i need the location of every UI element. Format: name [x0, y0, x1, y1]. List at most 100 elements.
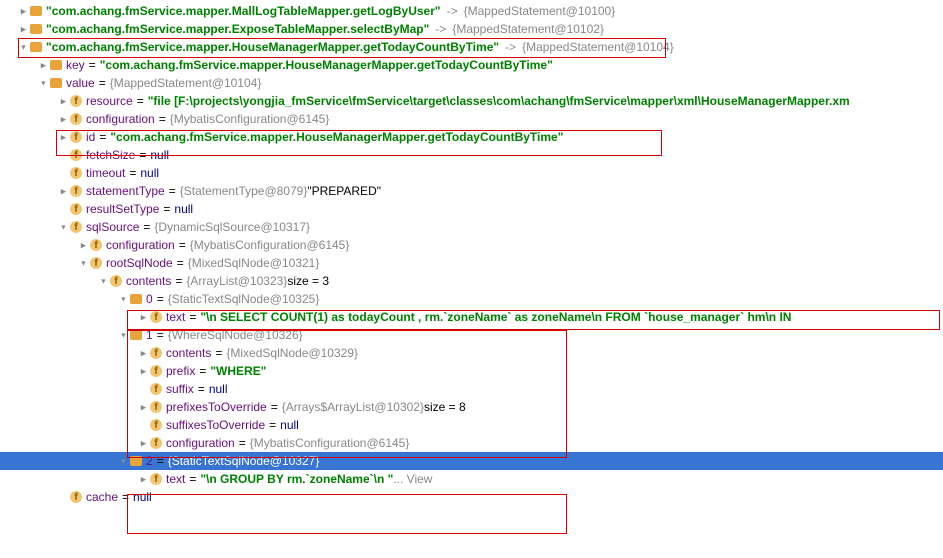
tree-row[interactable]: "com.achang.fmService.mapper.HouseManage… [0, 38, 943, 56]
field-icon [70, 185, 82, 197]
expand-arrow-icon[interactable] [76, 256, 90, 270]
tree-text: {StaticTextSqlNode@10327} [168, 454, 320, 468]
expand-arrow-icon[interactable] [116, 292, 130, 306]
tree-text: "PREPARED" [307, 184, 381, 198]
tree-row[interactable]: prefix = "WHERE" [0, 362, 943, 380]
tree-row[interactable]: contents = {ArrayList@10323} size = 3 [0, 272, 943, 290]
tree-text: rootSqlNode [106, 256, 173, 270]
tree-row[interactable]: rootSqlNode = {MixedSqlNode@10321} [0, 254, 943, 272]
tree-row[interactable]: resultSetType = null [0, 200, 943, 218]
expand-arrow-icon[interactable] [56, 112, 70, 126]
expand-arrow-icon[interactable] [136, 436, 150, 450]
list-entry-icon [30, 42, 42, 52]
expand-arrow-icon[interactable] [16, 22, 30, 36]
tree-text: {MixedSqlNode@10321} [188, 256, 320, 270]
tree-text: id [86, 130, 95, 144]
tree-row[interactable]: suffixesToOverride = null [0, 416, 943, 434]
tree-text: "\n SELECT COUNT(1) as todayCount , rm.`… [200, 310, 791, 324]
tree-text: = [269, 418, 276, 432]
tree-text: key [66, 58, 85, 72]
tree-row[interactable]: cache = null [0, 488, 943, 506]
expand-arrow-icon[interactable] [56, 184, 70, 198]
debugger-tree: "com.achang.fmService.mapper.MallLogTabl… [0, 2, 943, 506]
expand-arrow-icon[interactable] [116, 328, 130, 342]
tree-text: {DynamicSqlSource@10317} [154, 220, 310, 234]
tree-row[interactable]: 1 = {WhereSqlNode@10326} [0, 326, 943, 344]
tree-row[interactable]: "com.achang.fmService.mapper.MallLogTabl… [0, 2, 943, 20]
tree-text: = [143, 220, 150, 234]
tree-row[interactable]: contents = {MixedSqlNode@10329} [0, 344, 943, 362]
expand-arrow-icon[interactable] [76, 238, 90, 252]
field-icon [150, 401, 162, 413]
tree-text: {StatementType@8079} [180, 184, 308, 198]
tree-text: = [157, 454, 164, 468]
expand-arrow-icon[interactable] [136, 472, 150, 486]
expand-arrow-icon[interactable] [36, 58, 50, 72]
tree-text: "com.achang.fmService.mapper.ExposeTable… [46, 22, 429, 36]
tree-row[interactable]: suffix = null [0, 380, 943, 398]
expand-arrow-icon[interactable] [56, 130, 70, 144]
tree-row[interactable]: timeout = null [0, 164, 943, 182]
expand-arrow-icon[interactable] [136, 346, 150, 360]
list-entry-icon [50, 78, 62, 88]
expand-arrow-icon[interactable] [56, 220, 70, 234]
field-icon [150, 347, 162, 359]
tree-row[interactable]: statementType = {StatementType@8079} "PR… [0, 182, 943, 200]
tree-text: suffix [166, 382, 194, 396]
expand-arrow-icon[interactable] [136, 364, 150, 378]
tree-text: "WHERE" [210, 364, 266, 378]
tree-text: prefix [166, 364, 195, 378]
tree-row[interactable]: configuration = {MybatisConfiguration@61… [0, 236, 943, 254]
tree-row[interactable]: sqlSource = {DynamicSqlSource@10317} [0, 218, 943, 236]
tree-text: = [177, 256, 184, 270]
tree-row[interactable]: 0 = {StaticTextSqlNode@10325} [0, 290, 943, 308]
tree-row[interactable]: configuration = {MybatisConfiguration@61… [0, 434, 943, 452]
list-entry-icon [130, 456, 142, 466]
tree-text: null [150, 148, 169, 162]
tree-text: -> [505, 40, 516, 54]
tree-text: = [271, 400, 278, 414]
expand-arrow-icon[interactable] [116, 454, 130, 468]
tree-text: {WhereSqlNode@10326} [168, 328, 303, 342]
tree-text[interactable]: ... View [393, 472, 432, 486]
tree-text: cache [86, 490, 118, 504]
tree-row[interactable]: configuration = {MybatisConfiguration@61… [0, 110, 943, 128]
tree-row[interactable]: id = "com.achang.fmService.mapper.HouseM… [0, 128, 943, 146]
tree-text: size = 8 [424, 400, 466, 414]
tree-text: = [159, 112, 166, 126]
tree-text: 0 [146, 292, 153, 306]
tree-row[interactable]: 2 = {StaticTextSqlNode@10327} [0, 452, 943, 470]
expand-arrow-icon[interactable] [96, 274, 110, 288]
tree-row[interactable]: key = "com.achang.fmService.mapper.House… [0, 56, 943, 74]
tree-text: {Arrays$ArrayList@10302} [282, 400, 424, 414]
tree-text: = [99, 130, 106, 144]
expand-arrow-icon[interactable] [16, 4, 30, 18]
expand-arrow-icon[interactable] [136, 310, 150, 324]
tree-text: null [140, 166, 159, 180]
expand-arrow-icon[interactable] [36, 76, 50, 90]
tree-text: prefixesToOverride [166, 400, 267, 414]
tree-text: "com.achang.fmService.mapper.HouseManage… [100, 58, 553, 72]
tree-row[interactable]: text = "\n GROUP BY rm.`zoneName`\n "...… [0, 470, 943, 488]
expand-arrow-icon[interactable] [16, 40, 30, 54]
tree-text: {MappedStatement@10104} [110, 76, 262, 90]
tree-row[interactable]: resource = "file [F:\projects\yongjia_fm… [0, 92, 943, 110]
tree-text: value [66, 76, 95, 90]
tree-text: size = 3 [287, 274, 329, 288]
expand-arrow-icon[interactable] [56, 94, 70, 108]
tree-row[interactable]: value = {MappedStatement@10104} [0, 74, 943, 92]
tree-row[interactable]: fetchSize = null [0, 146, 943, 164]
tree-text: "file [F:\projects\yongjia_fmService\fmS… [148, 94, 850, 108]
tree-text: "com.achang.fmService.mapper.HouseManage… [46, 40, 499, 54]
tree-text: {StaticTextSqlNode@10325} [168, 292, 320, 306]
tree-text: text [166, 310, 185, 324]
tree-text: {MybatisConfiguration@6145} [170, 112, 330, 126]
list-entry-icon [130, 330, 142, 340]
tree-row[interactable]: "com.achang.fmService.mapper.ExposeTable… [0, 20, 943, 38]
tree-row[interactable]: prefixesToOverride = {Arrays$ArrayList@1… [0, 398, 943, 416]
tree-row[interactable]: text = "\n SELECT COUNT(1) as todayCount… [0, 308, 943, 326]
expand-arrow-icon[interactable] [136, 400, 150, 414]
tree-text: contents [166, 346, 211, 360]
field-icon [150, 383, 162, 395]
tree-text: = [163, 202, 170, 216]
